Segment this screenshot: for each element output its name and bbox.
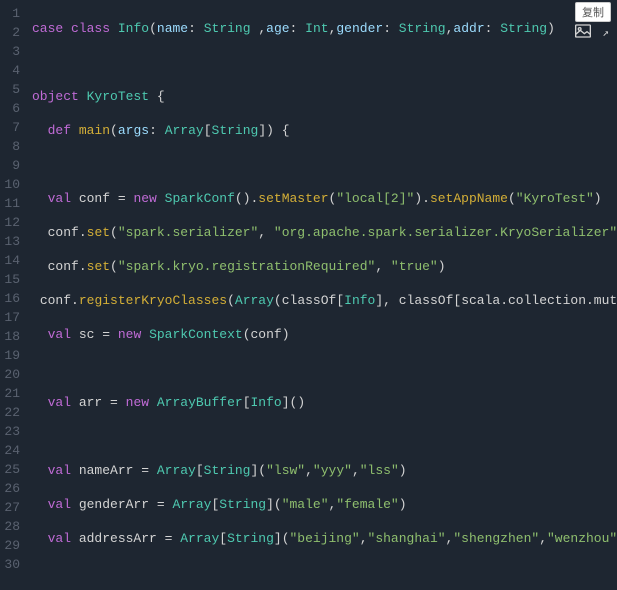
line-number: 21 [4,384,20,403]
code-line: def main(args: Array[String]) { [32,121,617,140]
line-number: 2 [4,23,20,42]
image-icon[interactable] [575,24,591,38]
line-number: 30 [4,555,20,574]
code-line: val addressArr = Array[String]("beijing"… [32,529,617,548]
code-line: val nameArr = Array[String]("lsw","yyy",… [32,461,617,480]
line-number: 22 [4,403,20,422]
code-line [32,427,617,446]
code-line [32,563,617,582]
code-line: conf.registerKryoClasses(Array(classOf[I… [32,291,617,310]
line-number: 24 [4,441,20,460]
line-number: 3 [4,42,20,61]
line-number: 18 [4,327,20,346]
code-line: conf.set("spark.serializer", "org.apache… [32,223,617,242]
code-editor: 1 2 3 4 5 6 7 8 9 10 11 12 13 14 15 16 1… [0,0,617,590]
line-number: 28 [4,517,20,536]
copy-button[interactable]: 复制 [575,2,611,22]
code-line: object KyroTest { [32,87,617,106]
line-number: 10 [4,175,20,194]
line-number: 20 [4,365,20,384]
code-line: case class Info(name: String ,age: Int,g… [32,19,617,38]
expand-arrow-icon[interactable]: ↗ [602,26,609,40]
code-line: val genderArr = Array[String]("male","fe… [32,495,617,514]
line-number: 26 [4,479,20,498]
line-number: 23 [4,422,20,441]
line-number: 12 [4,213,20,232]
line-number: 27 [4,498,20,517]
line-number: 11 [4,194,20,213]
line-gutter: 1 2 3 4 5 6 7 8 9 10 11 12 13 14 15 16 1… [0,0,28,590]
line-number: 14 [4,251,20,270]
line-number: 15 [4,270,20,289]
code-line: conf.set("spark.kryo.registrationRequire… [32,257,617,276]
line-number: 13 [4,232,20,251]
line-number: 5 [4,80,20,99]
line-number: 16 [4,289,20,308]
code-line: val sc = new SparkContext(conf) [32,325,617,344]
line-number: 8 [4,137,20,156]
line-number: 6 [4,99,20,118]
code-line: val arr = new ArrayBuffer[Info]() [32,393,617,412]
line-number: 1 [4,4,20,23]
code-line [32,155,617,174]
line-number: 9 [4,156,20,175]
line-number: 17 [4,308,20,327]
line-number: 4 [4,61,20,80]
code-line: val conf = new SparkConf().setMaster("lo… [32,189,617,208]
line-number: 19 [4,346,20,365]
code-line [32,53,617,72]
line-number: 7 [4,118,20,137]
code-area[interactable]: case class Info(name: String ,age: Int,g… [28,0,617,590]
line-number: 29 [4,536,20,555]
code-line [32,359,617,378]
line-number: 25 [4,460,20,479]
